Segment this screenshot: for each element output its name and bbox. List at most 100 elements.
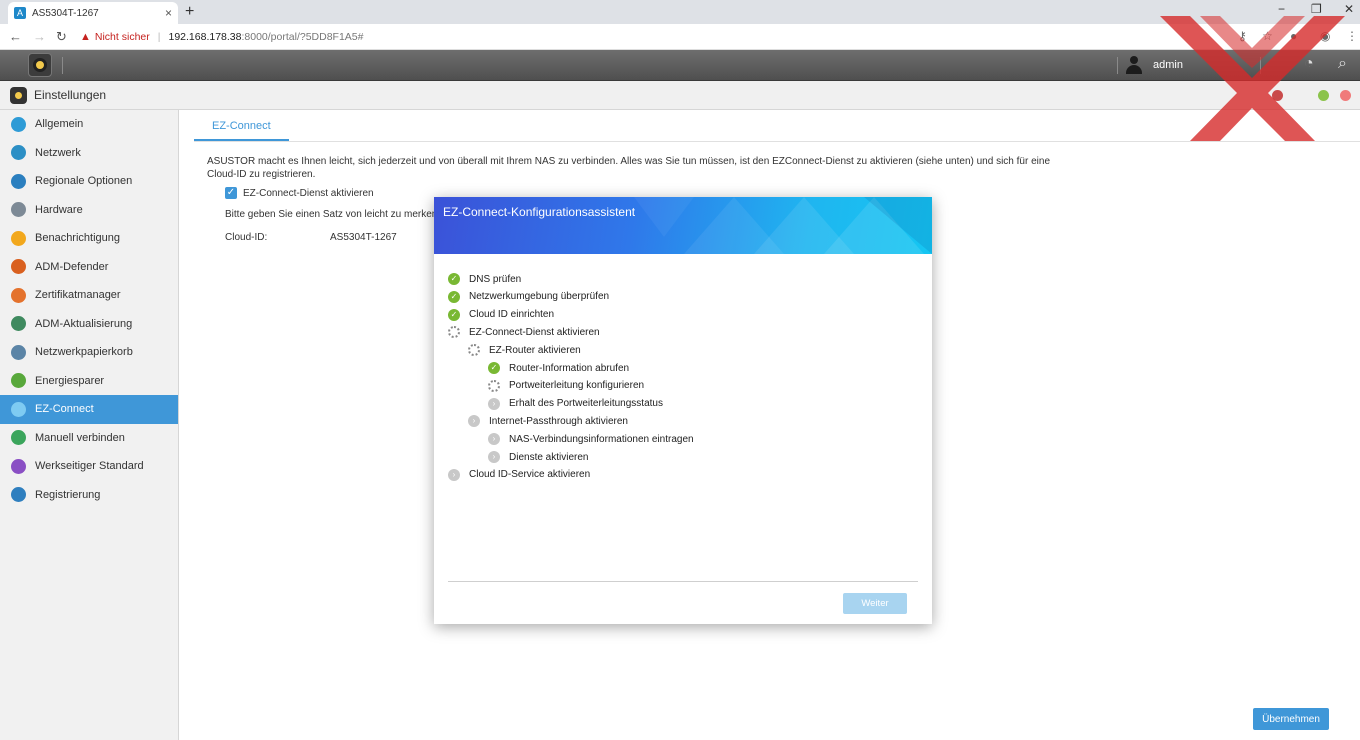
wizard-step-label: Cloud ID einrichten: [469, 309, 555, 321]
spinner-icon: [448, 326, 460, 339]
url-field[interactable]: ▲ Nicht sicher | 192.168.178.38 :8000/po…: [80, 28, 363, 46]
back-arrow-icon[interactable]: ←: [9, 29, 22, 44]
wizard-step-label: Portweiterleitung konfigurieren: [509, 380, 645, 392]
next-button[interactable]: Weiter: [843, 593, 907, 614]
settings-app-button[interactable]: [28, 53, 52, 77]
sidebar-item-label: Allgemein: [35, 118, 84, 131]
pending-arrow-icon: ›: [488, 451, 500, 463]
wizard-step: ✓ Netzwerkumgebung überprüfen: [448, 290, 609, 303]
sidebar-item-label: Hardware: [35, 203, 83, 216]
sidebar-item-label: Netzwerk: [35, 146, 81, 159]
minimize-window-button[interactable]: −: [1278, 2, 1285, 16]
restore-window-button[interactable]: ❐: [1311, 2, 1322, 16]
wizard-step: › Erhalt des Portweiterleitungsstatus: [488, 397, 663, 410]
forward-arrow-icon[interactable]: →: [33, 29, 46, 44]
settings-sidebar: Allgemein Netzwerk Regionale Optionen Hardw…: [0, 110, 179, 740]
tab-ez-connect[interactable]: EZ-Connect: [194, 110, 289, 142]
cloud-id-value: AS5304T-1267: [330, 232, 397, 243]
sidebar-item[interactable]: Netzwerk: [0, 139, 178, 168]
sidebar-item-label: Werkseitiger Standard: [35, 460, 144, 473]
enable-ez-connect-row[interactable]: ✓ EZ-Connect-Dienst aktivieren: [225, 187, 374, 199]
settings-app-icon: [10, 86, 27, 104]
sidebar-item[interactable]: ADM-Defender: [0, 253, 178, 282]
browser-tab[interactable]: A AS5304T-1267 ×: [8, 2, 178, 24]
pending-arrow-icon: ›: [448, 468, 460, 481]
wizard-step-label: EZ-Connect-Dienst aktivieren: [469, 326, 600, 338]
alert-icon: [11, 230, 26, 246]
apply-button[interactable]: Übernehmen: [1253, 708, 1329, 730]
sidebar-item-label: EZ-Connect: [35, 403, 94, 416]
check-icon: ✓: [488, 362, 500, 374]
sidebar-item-label: ADM-Defender: [35, 260, 109, 273]
globe-icon: [11, 145, 26, 161]
cloud-id-label: Cloud-ID:: [225, 232, 268, 243]
browser-address-bar: ← → ↻ ▲ Nicht sicher | 192.168.178.38 :8…: [0, 24, 1360, 50]
sidebar-item[interactable]: Registrierung: [0, 481, 178, 510]
warning-icon: ▲: [80, 31, 91, 43]
new-tab-button[interactable]: +: [185, 3, 194, 21]
wizard-step-label: Internet-Passthrough aktivieren: [489, 415, 628, 427]
wizard-step: Portweiterleitung konfigurieren: [488, 379, 645, 392]
dialog-header: EZ-Connect-Konfigurationsassistent: [434, 197, 932, 254]
firewall-icon: [11, 259, 26, 275]
sidebar-item[interactable]: Netzwerkpapierkorb: [0, 338, 178, 367]
spinner-icon: [468, 344, 480, 357]
sidebar-item[interactable]: Zertifikatmanager: [0, 281, 178, 310]
browser-tab-bar: A AS5304T-1267 × + − ❐ ✕: [0, 0, 1360, 24]
spinner-icon: [488, 379, 500, 392]
energy-icon: [11, 373, 26, 389]
sidebar-item[interactable]: Werkseitiger Standard: [0, 452, 178, 481]
sidebar-item[interactable]: EZ-Connect: [0, 395, 178, 424]
security-label[interactable]: Nicht sicher: [95, 31, 150, 43]
ez-connect-wizard-dialog: EZ-Connect-Konfigurationsassistent ✓ DNS …: [434, 197, 932, 624]
wizard-step-label: Router-Information abrufen: [509, 362, 630, 374]
location-icon: [11, 173, 26, 189]
sidebar-item-label: Manuell verbinden: [35, 431, 125, 444]
wizard-step: EZ-Router aktivieren: [468, 344, 581, 357]
tab-title: AS5304T-1267: [32, 7, 99, 19]
sidebar-item-label: Benachrichtigung: [35, 232, 121, 245]
sidebar-item[interactable]: ADM-Aktualisierung: [0, 310, 178, 339]
taskbar-divider: [62, 57, 63, 74]
sidebar-item[interactable]: Benachrichtigung: [0, 224, 178, 253]
browser-menu-icon[interactable]: ⋮: [1346, 29, 1358, 43]
wizard-step-label: NAS-Verbindungsinformationen eintragen: [509, 433, 694, 445]
hint-text: Bitte geben Sie einen Satz von leicht zu…: [225, 209, 455, 220]
sidebar-item[interactable]: Regionale Optionen: [0, 167, 178, 196]
pending-arrow-icon: ›: [468, 415, 480, 428]
wizard-step: › Cloud ID-Service aktivieren: [448, 468, 590, 481]
description-text: ASUSTOR macht es Ihnen leicht, sich jede…: [207, 156, 1051, 180]
app-title-bar: Einstellungen: [0, 81, 1360, 110]
user-icon: [1125, 56, 1143, 74]
wizard-step: › NAS-Verbindungsinformationen eintragen: [488, 433, 694, 446]
tab-strip: EZ-Connect: [194, 110, 289, 142]
adm-taskbar: admin ◔ ⌕: [0, 50, 1360, 81]
wizard-step: ✓ DNS prüfen: [448, 273, 521, 285]
wizard-step-label: Dienste aktivieren: [509, 451, 589, 463]
wrench-icon: [11, 202, 26, 218]
enable-ez-connect-label: EZ-Connect-Dienst aktivieren: [243, 187, 374, 199]
certificate-icon: [11, 287, 26, 303]
wizard-step: ✓ Cloud ID einrichten: [448, 308, 555, 321]
reload-icon[interactable]: ↻: [56, 29, 67, 45]
taskbar-divider: [1117, 57, 1118, 74]
tab-close-icon[interactable]: ×: [165, 6, 172, 20]
wizard-step: EZ-Connect-Dienst aktivieren: [448, 326, 600, 339]
url-host: 192.168.178.38: [168, 31, 242, 43]
gear-icon: [33, 58, 47, 72]
wizard-step-label: Erhalt des Portweiterleitungsstatus: [509, 398, 663, 410]
sidebar-item-label: ADM-Aktualisierung: [35, 317, 133, 330]
sidebar-item[interactable]: Manuell verbinden: [0, 424, 178, 453]
recycle-bin-icon: [11, 344, 26, 360]
wizard-step: › Internet-Passthrough aktivieren: [468, 415, 628, 428]
sidebar-item[interactable]: Hardware: [0, 196, 178, 225]
sidebar-item-label: Energiesparer: [35, 374, 105, 387]
tab-divider: [194, 141, 1360, 142]
close-window-button[interactable]: ✕: [1344, 2, 1354, 16]
app-title: Einstellungen: [34, 88, 107, 102]
enable-ez-connect-checkbox[interactable]: ✓: [225, 187, 237, 199]
sidebar-item[interactable]: Energiesparer: [0, 367, 178, 396]
register-icon: [11, 487, 26, 503]
sidebar-item[interactable]: Allgemein: [0, 110, 178, 139]
wizard-step: ✓ Router-Information abrufen: [488, 362, 629, 374]
